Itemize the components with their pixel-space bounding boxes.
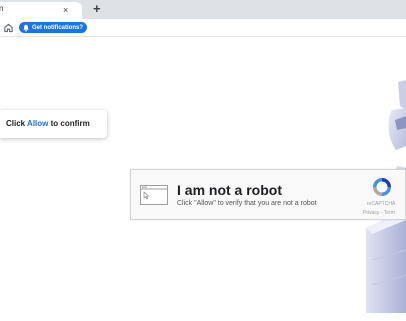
allow-prompt-text: Click Allow to confirm: [6, 119, 90, 128]
bell-icon: [23, 24, 29, 32]
privacy-terms-links[interactable]: Privacy - Term: [363, 210, 395, 216]
recaptcha-brand: reCAPTCHA: [367, 201, 396, 207]
captcha-subtitle: Click "Allow" to verify that you are not…: [177, 200, 317, 207]
get-notifications-button[interactable]: Get notifications?: [19, 22, 87, 33]
tab-bar: n × +: [0, 0, 406, 19]
allow-prompt-highlight: Allow: [27, 119, 49, 128]
allow-prompt-prefix: Click: [6, 119, 28, 128]
close-icon[interactable]: ×: [63, 4, 68, 16]
home-icon[interactable]: [3, 22, 14, 33]
notification-label: Get notifications?: [32, 24, 83, 31]
allow-prompt-suffix: to confirm: [48, 119, 90, 128]
browser-toolbar: Get notifications?: [0, 19, 406, 37]
recaptcha-logo-icon: [373, 178, 391, 196]
browser-tab[interactable]: n ×: [0, 2, 82, 19]
captcha-title: I am not a robot: [177, 182, 282, 198]
new-tab-icon[interactable]: +: [93, 2, 101, 16]
allow-prompt-card: Click Allow to confirm: [0, 110, 107, 138]
browser-window-icon[interactable]: [140, 185, 168, 205]
captcha-card: I am not a robot Click "Allow" to verify…: [130, 169, 406, 220]
tab-title: n: [0, 4, 4, 13]
